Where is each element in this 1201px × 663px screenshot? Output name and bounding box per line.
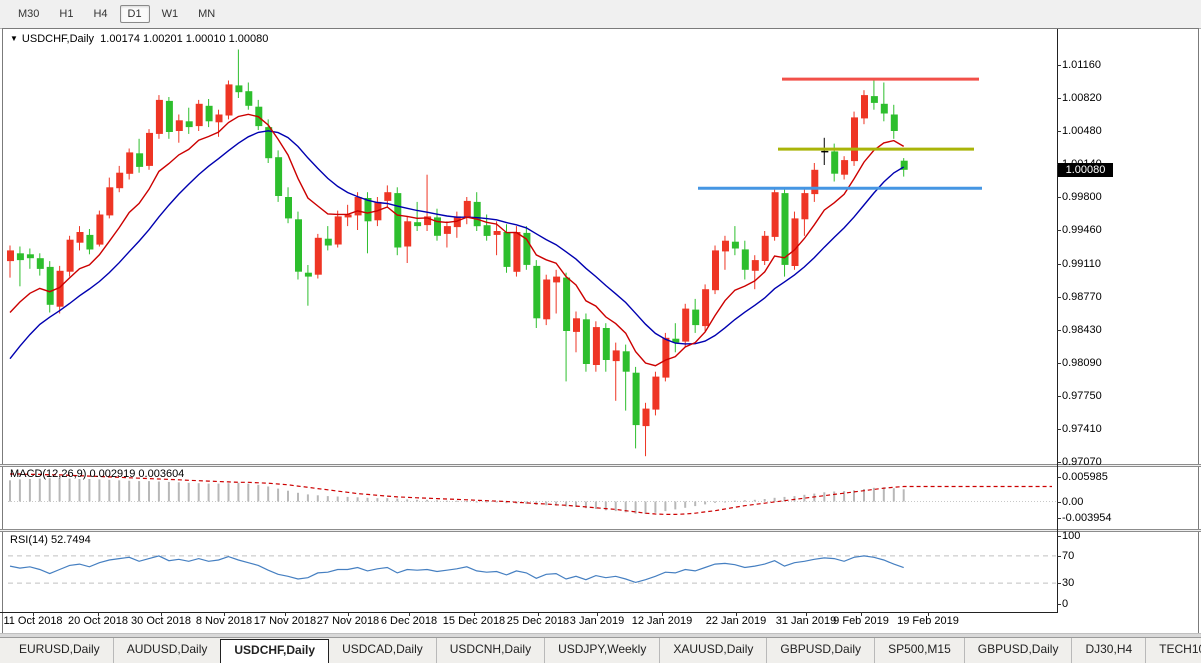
tab-xauusd-daily[interactable]: XAUUSD,Daily <box>659 638 766 663</box>
timeframe-button-h1[interactable]: H1 <box>51 5 81 23</box>
timeframe-toolbar: M30H1H4 D1W1MN <box>0 0 1201 29</box>
timeframe-button-w1[interactable]: W1 <box>154 5 187 23</box>
date-tick-label: 19 Feb 2019 <box>888 615 968 627</box>
tab-usdjpy-weekly[interactable]: USDJPY,Weekly <box>544 638 659 663</box>
date-tick-label: 12 Jan 2019 <box>622 615 702 627</box>
macd-name: MACD(12,26,9) <box>10 468 86 480</box>
macd-histogram <box>9 478 905 514</box>
chart-plot-area[interactable] <box>0 28 1058 612</box>
price-tick-label: 0.99460 <box>1062 224 1102 236</box>
collapse-indicator-icon[interactable]: ▼ <box>10 34 18 43</box>
timeframe-button-d1[interactable]: D1 <box>120 5 150 23</box>
chart-frame-right <box>1198 28 1199 633</box>
rsi-tick-mark <box>1057 583 1061 584</box>
price-tick-label: 1.01160 <box>1062 59 1101 71</box>
date-tick-label: 22 Jan 2019 <box>696 615 776 627</box>
macd-current-values: 0.002919 0.003604 <box>89 468 184 480</box>
price-tick-label: 1.00820 <box>1062 92 1102 104</box>
rsi-tick-mark <box>1057 536 1061 537</box>
tab-gbpusd-daily[interactable]: GBPUSD,Daily <box>964 638 1072 663</box>
rsi-name: RSI(14) <box>10 534 48 546</box>
price-tick-mark <box>1057 197 1061 198</box>
macd-tick-mark <box>1057 518 1061 519</box>
chart-title: ▼ USDCHF,Daily 1.00174 1.00201 1.00010 1.… <box>10 33 268 45</box>
price-tick-label: 0.98770 <box>1062 291 1102 303</box>
macd-label: MACD(12,26,9) 0.002919 0.003604 <box>10 468 184 480</box>
tab-dj30-h4[interactable]: DJ30,H4 <box>1071 638 1145 663</box>
tab-usdchf-daily[interactable]: USDCHF,Daily <box>220 639 329 663</box>
price-tick-mark <box>1057 98 1061 99</box>
rsi-tick-mark <box>1057 556 1061 557</box>
price-tick-label: 0.97410 <box>1062 423 1102 435</box>
macd-tick-label: 0.005985 <box>1062 471 1108 483</box>
rsi-tick-label: 70 <box>1062 550 1074 562</box>
tab-usdcnh-daily[interactable]: USDCNH,Daily <box>436 638 544 663</box>
macd-tick-mark <box>1057 477 1061 478</box>
price-tick-mark <box>1057 396 1061 397</box>
tab-sp500-m15[interactable]: SP500,M15 <box>874 638 964 663</box>
candlestick-series <box>7 50 908 457</box>
price-tick-mark <box>1057 230 1061 231</box>
price-tick-label: 0.97070 <box>1062 456 1102 468</box>
timeframe-button-h4[interactable]: H4 <box>85 5 115 23</box>
macd-tick-label: -0.003954 <box>1062 512 1112 524</box>
chart-ohlc-values: 1.00174 1.00201 1.00010 1.00080 <box>100 33 268 45</box>
pane-divider-macd[interactable] <box>0 464 1201 467</box>
rsi-pane-bottom-line <box>0 612 1058 613</box>
tab-tech100[interactable]: TECH100, <box>1145 638 1201 663</box>
price-tick-label: 0.98090 <box>1062 357 1102 369</box>
rsi-tick-label: 100 <box>1062 530 1080 542</box>
price-tick-label: 1.00480 <box>1062 125 1102 137</box>
rsi-tick-mark <box>1057 604 1061 605</box>
rsi-current-value: 52.7494 <box>51 534 91 546</box>
tab-audusd-daily[interactable]: AUDUSD,Daily <box>113 638 221 663</box>
price-tick-label: 0.99800 <box>1062 191 1102 203</box>
macd-tick-label: 0.00 <box>1062 496 1083 508</box>
price-tick-label: 0.99110 <box>1062 258 1101 270</box>
chart-symbol-title: USDCHF,Daily <box>22 33 94 45</box>
tab-gbpusd-daily[interactable]: GBPUSD,Daily <box>766 638 874 663</box>
timeframe-buttons: M30H1H4 D1W1MN <box>6 5 223 23</box>
rsi-tick-label: 30 <box>1062 577 1074 589</box>
price-tick-mark <box>1057 131 1061 132</box>
pane-divider-rsi[interactable] <box>0 529 1201 532</box>
tab-usdcad-daily[interactable]: USDCAD,Daily <box>329 638 436 663</box>
price-tick-mark <box>1057 462 1061 463</box>
price-axis-line <box>1057 29 1058 612</box>
tab-eurusd-daily[interactable]: EURUSD,Daily <box>6 638 113 663</box>
ma-fast-line <box>10 114 904 365</box>
macd-signal-line <box>10 474 1052 514</box>
price-tick-mark <box>1057 65 1061 66</box>
price-tick-mark <box>1057 363 1061 364</box>
timeframe-button-m30[interactable]: M30 <box>10 5 47 23</box>
rsi-line <box>10 556 904 583</box>
price-tick-mark <box>1057 297 1061 298</box>
price-tick-mark <box>1057 330 1061 331</box>
timeframe-button-mn[interactable]: MN <box>190 5 223 23</box>
rsi-label: RSI(14) 52.7494 <box>10 534 91 546</box>
macd-tick-mark <box>1057 502 1061 503</box>
price-tick-mark <box>1057 429 1061 430</box>
chart-tab-bar: EURUSD,DailyAUDUSD,DailyUSDCHF,DailyUSDC… <box>0 637 1201 663</box>
mt4-terminal-window: { "toolbar": {"timeframes": ["M30","H1",… <box>0 0 1201 663</box>
price-tick-mark <box>1057 264 1061 265</box>
price-tick-label: 0.97750 <box>1062 390 1102 402</box>
current-price-badge: 1.00080 <box>1058 163 1113 177</box>
rsi-tick-label: 0 <box>1062 598 1068 610</box>
ma-slow-line <box>10 131 904 359</box>
chart-tabs: EURUSD,DailyAUDUSD,DailyUSDCHF,DailyUSDC… <box>0 638 1201 663</box>
price-tick-label: 0.98430 <box>1062 324 1102 336</box>
